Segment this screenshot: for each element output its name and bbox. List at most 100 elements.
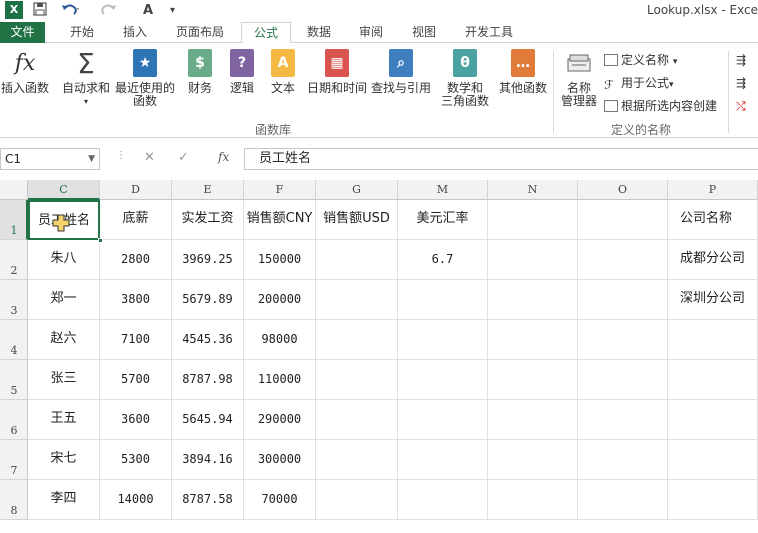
column-header-d[interactable]: D bbox=[100, 180, 172, 200]
cell-o6[interactable] bbox=[578, 400, 668, 440]
define-name-button[interactable]: 定义名称 ▾ bbox=[604, 52, 677, 70]
cell-c2[interactable]: 朱八 bbox=[28, 240, 100, 280]
tab-formulas[interactable]: 公式 bbox=[241, 22, 291, 44]
cell-g7[interactable] bbox=[316, 440, 398, 480]
cell-e6[interactable]: 5645.94 bbox=[172, 400, 244, 440]
cell-g6[interactable] bbox=[316, 400, 398, 440]
tab-view[interactable]: 视图 bbox=[402, 22, 446, 43]
cell-e4[interactable]: 4545.36 bbox=[172, 320, 244, 360]
row-header-5[interactable]: 5 bbox=[0, 360, 28, 400]
logical-button[interactable]: ? 逻辑 bbox=[225, 49, 259, 95]
cell-c8[interactable]: 李四 bbox=[28, 480, 100, 520]
column-header-g[interactable]: G bbox=[316, 180, 398, 200]
row-header-6[interactable]: 6 bbox=[0, 400, 28, 440]
cell-c4[interactable]: 赵六 bbox=[28, 320, 100, 360]
cell-o3[interactable] bbox=[578, 280, 668, 320]
tab-developer[interactable]: 开发工具 bbox=[458, 22, 520, 43]
cell-n6[interactable] bbox=[488, 400, 578, 440]
tab-review[interactable]: 审阅 bbox=[349, 22, 393, 43]
cell-d3[interactable]: 3800 bbox=[100, 280, 172, 320]
cell-m7[interactable] bbox=[398, 440, 488, 480]
cell-o5[interactable] bbox=[578, 360, 668, 400]
cancel-icon[interactable]: ✕ bbox=[144, 150, 155, 165]
cell-o2[interactable] bbox=[578, 240, 668, 280]
financial-button[interactable]: $ 财务 bbox=[183, 49, 217, 95]
cell-m1[interactable]: 美元汇率 bbox=[398, 200, 488, 240]
cell-f7[interactable]: 300000 bbox=[244, 440, 316, 480]
cell-c6[interactable]: 王五 bbox=[28, 400, 100, 440]
cell-d2[interactable]: 2800 bbox=[100, 240, 172, 280]
save-icon[interactable] bbox=[33, 2, 47, 20]
tab-page-layout[interactable]: 页面布局 bbox=[166, 22, 234, 43]
cell-n2[interactable] bbox=[488, 240, 578, 280]
row-header-7[interactable]: 7 bbox=[0, 440, 28, 480]
cell-f4[interactable]: 98000 bbox=[244, 320, 316, 360]
cell-f3[interactable]: 200000 bbox=[244, 280, 316, 320]
enter-check-icon[interactable]: ✓ bbox=[178, 150, 189, 165]
cell-n8[interactable] bbox=[488, 480, 578, 520]
cell-g5[interactable] bbox=[316, 360, 398, 400]
cell-m5[interactable] bbox=[398, 360, 488, 400]
cell-n7[interactable] bbox=[488, 440, 578, 480]
tab-file[interactable]: 文件 bbox=[0, 22, 45, 43]
name-manager-button[interactable]: 名称 管理器 bbox=[556, 49, 602, 108]
select-all-corner[interactable] bbox=[0, 180, 28, 200]
cell-n3[interactable] bbox=[488, 280, 578, 320]
more-functions-button[interactable]: … 其他函数 bbox=[496, 49, 550, 95]
cell-g8[interactable] bbox=[316, 480, 398, 520]
autosum-button[interactable]: Σ 自动求和 ▾ bbox=[60, 49, 112, 108]
cell-o8[interactable] bbox=[578, 480, 668, 520]
cell-p3[interactable]: 深圳分公司 bbox=[668, 280, 758, 320]
cell-c5[interactable]: 张三 bbox=[28, 360, 100, 400]
column-header-e[interactable]: E bbox=[172, 180, 244, 200]
cell-f6[interactable]: 290000 bbox=[244, 400, 316, 440]
font-icon[interactable]: A bbox=[143, 2, 153, 20]
column-header-o[interactable]: O bbox=[578, 180, 668, 200]
name-box-dropdown-icon[interactable]: ▼ bbox=[88, 149, 95, 169]
row-header-4[interactable]: 4 bbox=[0, 320, 28, 360]
cell-d1[interactable]: 底薪 bbox=[100, 200, 172, 240]
cell-p7[interactable] bbox=[668, 440, 758, 480]
cell-o7[interactable] bbox=[578, 440, 668, 480]
cell-p8[interactable] bbox=[668, 480, 758, 520]
cell-g2[interactable] bbox=[316, 240, 398, 280]
insert-function-fx-icon[interactable]: fx bbox=[218, 150, 229, 164]
cell-e8[interactable]: 8787.58 bbox=[172, 480, 244, 520]
cell-c3[interactable]: 郑一 bbox=[28, 280, 100, 320]
undo-icon[interactable] bbox=[60, 2, 80, 20]
row-header-1[interactable]: 1 bbox=[0, 200, 28, 240]
cell-f8[interactable]: 70000 bbox=[244, 480, 316, 520]
cell-m6[interactable] bbox=[398, 400, 488, 440]
cell-p1[interactable]: 公司名称 bbox=[668, 200, 758, 240]
cell-e5[interactable]: 8787.98 bbox=[172, 360, 244, 400]
cell-g1[interactable]: 销售额USD bbox=[316, 200, 398, 240]
cell-f1[interactable]: 销售额CNY bbox=[244, 200, 316, 240]
cell-n4[interactable] bbox=[488, 320, 578, 360]
cell-p2[interactable]: 成都分公司 bbox=[668, 240, 758, 280]
cell-d4[interactable]: 7100 bbox=[100, 320, 172, 360]
fill-handle[interactable] bbox=[98, 238, 103, 243]
cell-e7[interactable]: 3894.16 bbox=[172, 440, 244, 480]
column-header-f[interactable]: F bbox=[244, 180, 316, 200]
recent-functions-button[interactable]: ★ 最近使用的 函数 bbox=[114, 49, 176, 108]
use-in-formula-button[interactable]: ℱ 用于公式▾ bbox=[604, 75, 674, 93]
cell-p4[interactable] bbox=[668, 320, 758, 360]
math-trig-button[interactable]: θ 数学和 三角函数 bbox=[436, 49, 494, 108]
tab-data[interactable]: 数据 bbox=[297, 22, 341, 43]
formula-input[interactable]: 员工姓名 bbox=[244, 148, 758, 170]
row-header-2[interactable]: 2 bbox=[0, 240, 28, 280]
cell-d5[interactable]: 5700 bbox=[100, 360, 172, 400]
row-header-3[interactable]: 3 bbox=[0, 280, 28, 320]
cell-d8[interactable]: 14000 bbox=[100, 480, 172, 520]
cell-d6[interactable]: 3600 bbox=[100, 400, 172, 440]
cell-p5[interactable] bbox=[668, 360, 758, 400]
date-time-button[interactable]: ▦ 日期和时间 bbox=[305, 49, 369, 95]
create-from-selection-button[interactable]: 根据所选内容创建 bbox=[604, 98, 717, 114]
cell-n1[interactable] bbox=[488, 200, 578, 240]
column-header-n[interactable]: N bbox=[488, 180, 578, 200]
lookup-reference-button[interactable]: ⌕ 查找与引用 bbox=[370, 49, 432, 95]
insert-function-button[interactable]: fx 插入函数 bbox=[0, 49, 50, 95]
remove-arrows-icon[interactable]: ⤭ bbox=[736, 98, 746, 114]
cell-m3[interactable] bbox=[398, 280, 488, 320]
customize-toolbar-icon[interactable]: ▾ bbox=[170, 2, 175, 20]
